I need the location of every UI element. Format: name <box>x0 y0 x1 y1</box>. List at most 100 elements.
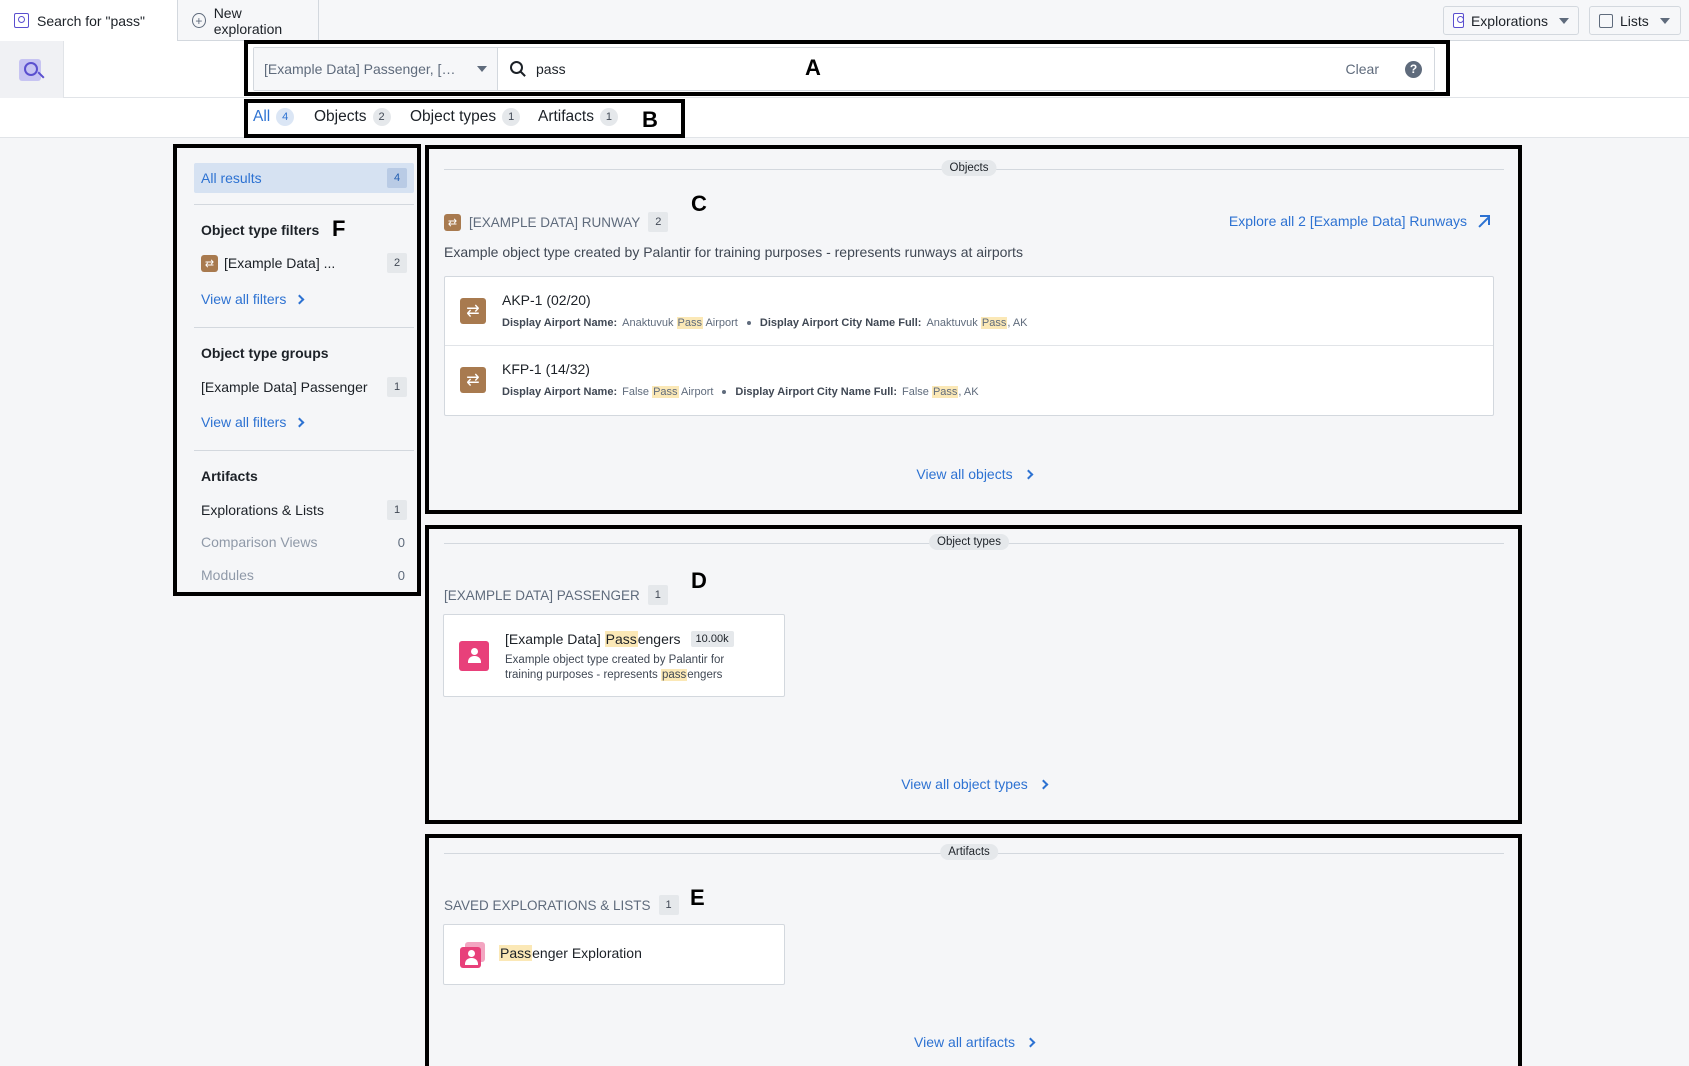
search-input-wrap: Clear ? <box>498 48 1434 90</box>
property-value: Anaktuvuk Pass, AK <box>926 317 1028 329</box>
tab-artifacts[interactable]: Artifacts 1 <box>538 108 618 126</box>
count-badge: 2 <box>387 253 407 273</box>
sidebar-item-all-results[interactable]: All results 4 <box>194 163 414 193</box>
explorations-button[interactable]: Explorations <box>1443 6 1579 35</box>
chevron-right-icon <box>294 294 305 304</box>
count-value: 0 <box>397 567 405 583</box>
view-all-object-types-row: View all object types <box>428 776 1520 792</box>
count-badge: 4 <box>387 168 407 188</box>
tab-label: Objects <box>314 108 367 125</box>
property-value: False Pass, AK <box>901 386 979 398</box>
object-count-badge: 10.00k <box>690 631 734 647</box>
object-type-groups-heading: Object type groups <box>201 345 329 361</box>
property-label: Display Airport Name: <box>502 317 618 329</box>
count-badge: 1 <box>387 377 407 397</box>
chevron-right-icon <box>294 417 305 427</box>
object-result-item[interactable]: ⇄ KFP-1 (14/32) Display Airport Name: Fa… <box>445 346 1493 415</box>
object-types-section: Object types [EXAMPLE DATA] PASSENGER 1 … <box>428 528 1520 820</box>
link-label: View all objects <box>916 466 1013 482</box>
plus-circle-icon: + <box>192 13 206 28</box>
link-label: Explore all 2 [Example Data] Runways <box>1228 213 1467 229</box>
caret-down-icon <box>1559 17 1569 24</box>
property-label: Display Airport City Name Full: <box>759 317 922 329</box>
tab-new-exploration[interactable]: + New exploration <box>178 0 319 41</box>
object-result-list: ⇄ AKP-1 (02/20) Display Airport Name: An… <box>444 276 1494 416</box>
search-scope-select[interactable]: [Example Data] Passenger, [Example Data]… <box>254 48 498 90</box>
search-app-icon <box>14 13 29 28</box>
tab-count: 2 <box>372 108 391 126</box>
tab-objects[interactable]: Objects 2 <box>314 108 391 126</box>
arrow-top-right-icon <box>1477 214 1490 228</box>
sidebar-artifact-comparison-views: Comparison Views 0 <box>201 534 407 550</box>
view-all-artifacts-row: View all artifacts <box>428 1034 1520 1050</box>
search-app-logo <box>0 41 64 98</box>
window-tab-bar: Search for "pass" + New exploration Expl… <box>0 0 1689 41</box>
sidebar-filter-runway[interactable]: ⇄ [Example Data] ... 2 <box>201 253 407 273</box>
object-properties: Display Airport Name: Anaktuvuk Pass Air… <box>502 317 1028 329</box>
tab-object-types[interactable]: Object types 1 <box>410 108 521 126</box>
view-all-filters-link[interactable]: View all filters <box>201 414 305 430</box>
view-all-objects-link[interactable]: View all objects <box>916 466 1034 482</box>
sidebar-group-passenger[interactable]: [Example Data] Passenger 1 <box>201 377 407 397</box>
group-title-label: [EXAMPLE DATA] RUNWAY <box>469 214 641 230</box>
tab-all[interactable]: All 4 <box>253 108 295 126</box>
artifact-card-passenger-exploration[interactable]: Passenger Exploration <box>443 924 785 985</box>
lists-label: Lists <box>1620 12 1649 29</box>
count-badge: 2 <box>648 212 669 232</box>
tab-label: Search for "pass" <box>37 12 145 29</box>
caret-down-icon <box>1659 17 1670 24</box>
sidebar-item-label: Explorations & Lists <box>201 502 324 518</box>
chevron-right-icon <box>1025 1037 1036 1047</box>
separator-dot <box>722 390 727 394</box>
chevron-right-icon <box>1038 779 1049 789</box>
exploration-icon <box>460 942 486 968</box>
divider <box>194 327 414 328</box>
results-sidebar: All results 4 Object type filters ⇄ [Exa… <box>178 152 416 590</box>
list-icon <box>1599 13 1613 28</box>
view-all-object-types-link[interactable]: View all object types <box>901 776 1049 792</box>
runway-icon: ⇄ <box>444 213 461 231</box>
count-value: 0 <box>397 534 405 550</box>
explorations-label: Explorations <box>1470 12 1548 29</box>
lists-button[interactable]: Lists <box>1589 6 1681 35</box>
object-title: KFP-1 (14/32) <box>502 361 590 377</box>
annotation-label-c: C <box>691 191 707 216</box>
sidebar-item-label: [Example Data] ... <box>224 255 336 271</box>
tab-label: Artifacts <box>538 108 594 125</box>
divider <box>194 204 414 205</box>
section-chip-object-types: Object types <box>929 534 1009 550</box>
sidebar-artifact-modules: Modules 0 <box>201 567 407 583</box>
annotation-label-a: A <box>805 55 821 80</box>
separator-dot <box>746 321 751 325</box>
artifacts-section: Artifacts SAVED EXPLORATIONS & LISTS 1 P… <box>428 838 1520 1066</box>
help-icon[interactable]: ? <box>1405 60 1422 78</box>
sidebar-item-label: Modules <box>201 567 254 583</box>
tab-count: 1 <box>599 108 618 126</box>
chevron-right-icon <box>1023 469 1034 479</box>
clear-button[interactable]: Clear <box>1346 61 1379 77</box>
view-all-artifacts-link[interactable]: View all artifacts <box>914 1034 1036 1050</box>
sidebar-artifact-explorations-lists[interactable]: Explorations & Lists 1 <box>201 500 407 520</box>
passenger-group-title: [EXAMPLE DATA] PASSENGER 1 <box>444 585 668 605</box>
tab-search-pass[interactable]: Search for "pass" <box>0 0 178 41</box>
object-result-item[interactable]: ⇄ AKP-1 (02/20) Display Airport Name: An… <box>445 277 1493 346</box>
property-label: Display Airport City Name Full: <box>735 386 897 398</box>
explore-all-runways-link[interactable]: Explore all 2 [Example Data] Runways <box>1229 213 1490 229</box>
saved-explorations-group-title: SAVED EXPLORATIONS & LISTS 1 <box>444 895 679 915</box>
search-bar: [Example Data] Passenger, [Example Data]… <box>253 47 1435 91</box>
section-chip-objects: Objects <box>941 160 997 176</box>
sidebar-item-label: All results <box>201 170 262 186</box>
divider <box>194 450 414 451</box>
view-all-filters-link[interactable]: View all filters <box>201 291 305 307</box>
annotation-label-e: E <box>690 885 705 910</box>
link-label: View all artifacts <box>914 1034 1015 1050</box>
tab-label: Object types <box>410 108 497 125</box>
object-type-card-passengers[interactable]: [Example Data] Passengers 10.00k Example… <box>443 614 785 697</box>
section-chip-artifacts: Artifacts <box>940 844 998 860</box>
search-input[interactable] <box>536 61 1336 77</box>
group-title-label: SAVED EXPLORATIONS & LISTS <box>444 897 651 913</box>
link-label: View all object types <box>901 776 1028 792</box>
runway-description: Example object type created by Palantir … <box>444 244 1023 260</box>
result-tabs: All 4 Objects 2 Object types 1 Artifacts… <box>0 98 1689 138</box>
view-all-objects-row: View all objects <box>428 466 1520 482</box>
